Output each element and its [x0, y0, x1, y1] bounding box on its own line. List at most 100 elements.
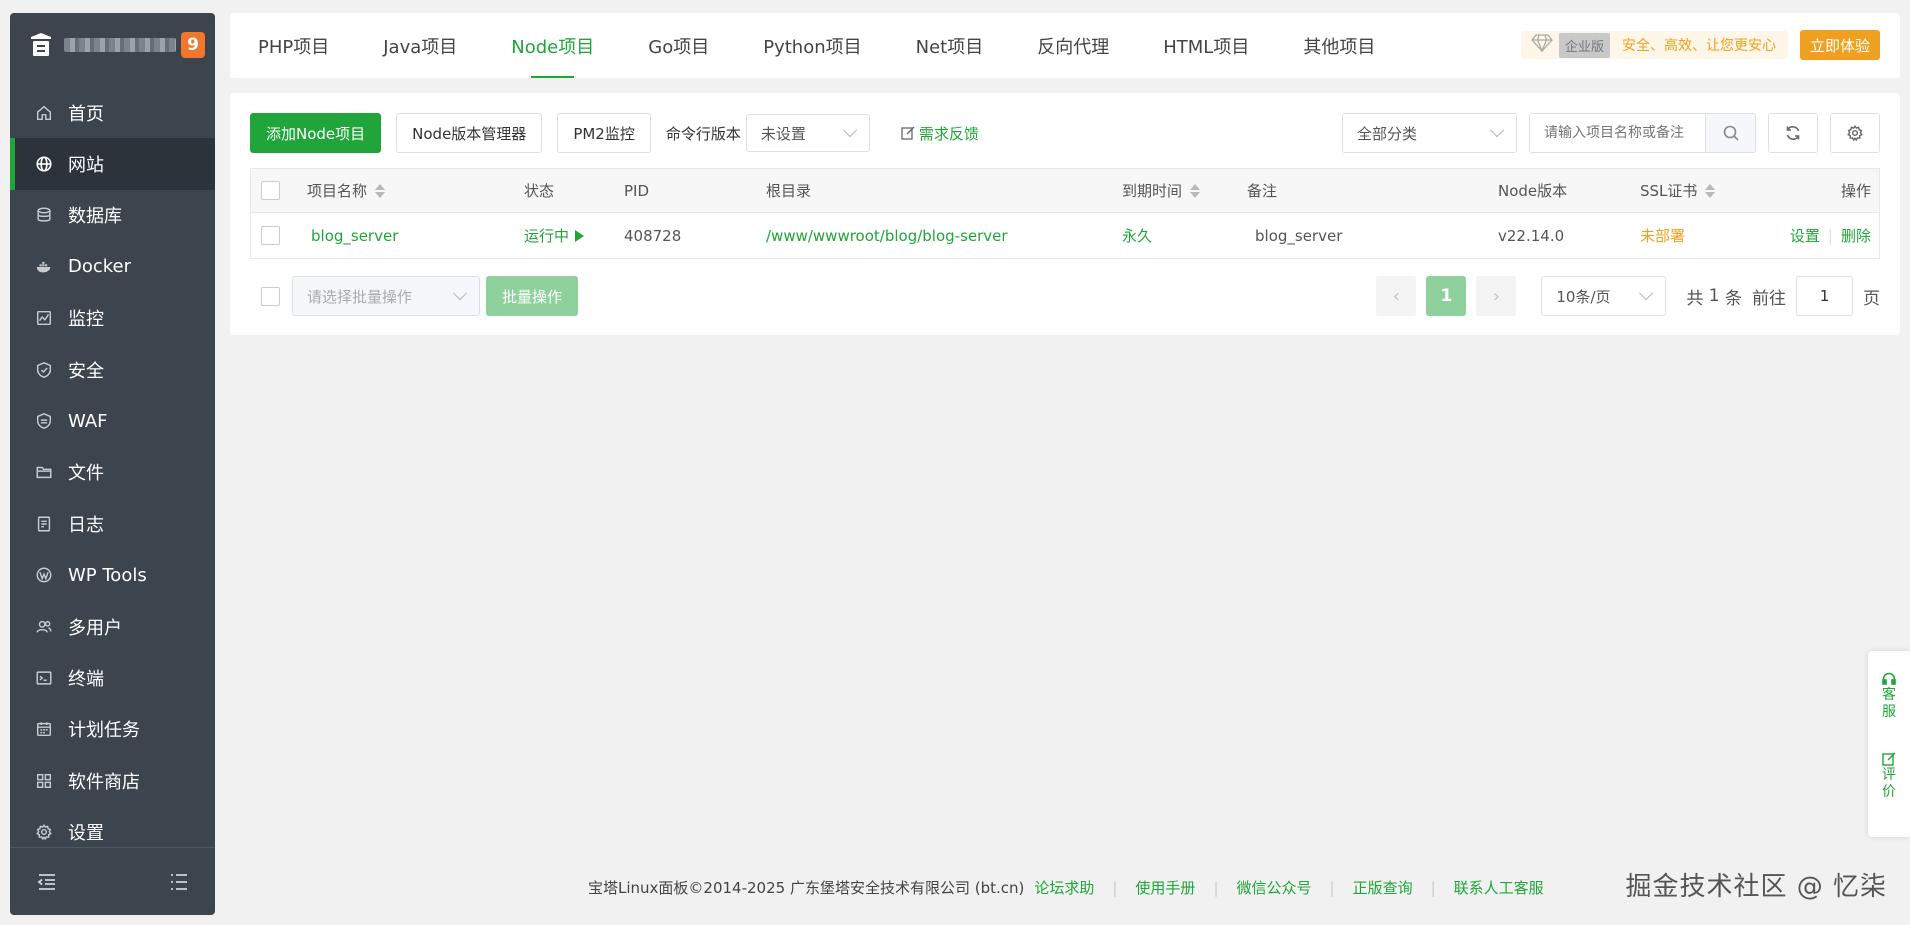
col-remark-label: 备注	[1247, 182, 1278, 200]
batch-action-button[interactable]: 批量操作	[486, 276, 579, 316]
page-size-select[interactable]: 10条/页	[1541, 276, 1667, 316]
log-icon	[33, 513, 55, 535]
cli-version-value: 未设置	[760, 124, 806, 143]
tab-other[interactable]: 其他项目	[1303, 13, 1402, 78]
col-status-label: 状态	[524, 182, 555, 200]
tab-php[interactable]: PHP项目	[258, 13, 356, 78]
shield-icon	[33, 359, 55, 381]
wordpress-icon	[33, 564, 55, 586]
footer-link-support[interactable]: 联系人工客服	[1454, 877, 1544, 898]
settings-action-link[interactable]: 设置	[1790, 225, 1820, 246]
col-ssl[interactable]: SSL证书	[1640, 180, 1760, 201]
sidebar-item-home[interactable]: 首页	[10, 87, 215, 138]
review-button[interactable]: 评价	[1881, 751, 1897, 801]
sidebar-item-database[interactable]: 数据库	[10, 190, 215, 241]
status-text: 运行中	[524, 227, 570, 245]
pagination: ‹ 1 › 10条/页 共 1 条 前往 页	[1376, 276, 1880, 316]
cell-actions: 设置 | 删除	[1760, 225, 1879, 246]
apps-icon	[33, 770, 55, 792]
globe-icon	[33, 153, 55, 175]
tab-go[interactable]: Go项目	[648, 13, 736, 78]
col-node-version-label: Node版本	[1498, 182, 1568, 200]
cell-ssl: 未部署	[1640, 225, 1760, 246]
search-input[interactable]	[1530, 114, 1705, 152]
tab-python[interactable]: Python项目	[763, 13, 888, 78]
cell-pid: 408728	[624, 227, 766, 245]
calendar-icon	[33, 718, 55, 740]
root-path-link[interactable]: /www/wwwroot/blog/blog-server	[766, 227, 1008, 245]
prev-page-button[interactable]: ‹	[1376, 276, 1417, 316]
chevron-right-icon: ›	[1492, 285, 1500, 307]
select-all-checkbox[interactable]	[261, 181, 280, 200]
node-version-manager-button[interactable]: Node版本管理器	[396, 113, 543, 153]
cell-remark[interactable]: blog_server	[1247, 227, 1498, 245]
menu-list-icon[interactable]	[169, 873, 189, 891]
footer-link-forum[interactable]: 论坛求助	[1034, 877, 1094, 898]
sidebar-item-wp-tools[interactable]: WP Tools	[10, 550, 215, 601]
add-node-project-button[interactable]: 添加Node项目	[250, 113, 382, 153]
customer-service-button[interactable]: 客服	[1881, 671, 1897, 721]
gear-icon	[33, 821, 55, 843]
footer-link-license-check[interactable]: 正版查询	[1353, 877, 1413, 898]
col-expire-label: 到期时间	[1122, 182, 1183, 200]
cell-name: blog_server	[307, 227, 524, 245]
col-expire[interactable]: 到期时间	[1122, 180, 1247, 201]
sidebar-item-monitor[interactable]: 监控	[10, 293, 215, 344]
sidebar-item-waf[interactable]: WAF	[10, 395, 215, 446]
delete-action-link[interactable]: 删除	[1841, 225, 1871, 246]
batch-action-select[interactable]: 请选择批量操作	[292, 276, 480, 316]
table-settings-button[interactable]	[1830, 113, 1880, 153]
tab-java[interactable]: Java项目	[383, 13, 484, 78]
refresh-icon	[1786, 126, 1800, 140]
footer-link-manual[interactable]: 使用手册	[1135, 877, 1195, 898]
batch-select-placeholder: 请选择批量操作	[307, 287, 413, 306]
edit-icon	[1882, 752, 1896, 766]
col-actions-label: 操作	[1840, 182, 1871, 200]
sidebar-item-security[interactable]: 安全	[10, 344, 215, 395]
cli-version-select[interactable]: 未设置	[745, 114, 870, 152]
diamond-icon	[1531, 34, 1553, 56]
tab-node[interactable]: Node项目	[511, 13, 621, 78]
sidebar-item-logs[interactable]: 日志	[10, 498, 215, 549]
sidebar-item-docker[interactable]: Docker	[10, 241, 215, 292]
col-name[interactable]: 项目名称	[307, 180, 524, 201]
try-now-button[interactable]: 立即体验	[1799, 30, 1880, 60]
expire-value[interactable]: 永久	[1122, 225, 1152, 246]
tab-net[interactable]: Net项目	[916, 13, 1011, 78]
sidebar-item-label: 监控	[68, 309, 104, 331]
batch-select-all-checkbox[interactable]	[261, 286, 280, 306]
page-number-button[interactable]: 1	[1426, 276, 1467, 316]
pm2-monitor-button[interactable]: PM2监控	[557, 113, 651, 153]
category-select[interactable]: 全部分类	[1342, 113, 1517, 153]
ssl-status-link[interactable]: 未部署	[1640, 225, 1685, 246]
cell-status[interactable]: 运行中	[524, 225, 624, 246]
refresh-button[interactable]	[1768, 113, 1818, 153]
next-page-button[interactable]: ›	[1476, 276, 1517, 316]
search-icon	[1723, 125, 1739, 141]
footer-link-wechat[interactable]: 微信公众号	[1237, 877, 1312, 898]
sidebar-item-cron[interactable]: 计划任务	[10, 704, 215, 755]
search-button[interactable]	[1705, 114, 1755, 152]
sidebar-item-app-store[interactable]: 软件商店	[10, 755, 215, 806]
sidebar-item-label: 文件	[68, 463, 104, 485]
feedback-link[interactable]: 需求反馈	[900, 123, 979, 144]
row-checkbox[interactable]	[261, 226, 280, 245]
collapse-sidebar-icon[interactable]	[37, 873, 57, 891]
notification-badge[interactable]: 9	[181, 32, 205, 58]
sidebar-item-label: WAF	[68, 410, 108, 432]
sidebar-item-files[interactable]: 文件	[10, 447, 215, 498]
goto-page-input[interactable]	[1796, 276, 1853, 316]
node-projects-panel: 添加Node项目 Node版本管理器 PM2监控 命令行版本 未设置 需求反馈 …	[230, 93, 1900, 335]
tab-html[interactable]: HTML项目	[1163, 13, 1276, 78]
tab-reverse-proxy[interactable]: 反向代理	[1037, 13, 1136, 78]
toolbar-right: 全部分类	[1342, 113, 1880, 153]
project-type-tabs: PHP项目 Java项目 Node项目 Go项目 Python项目 Net项目 …	[230, 13, 1900, 78]
sidebar-item-multi-user[interactable]: 多用户	[10, 601, 215, 652]
sidebar-item-terminal[interactable]: 终端	[10, 652, 215, 703]
sort-icon	[1190, 183, 1201, 198]
col-status: 状态	[524, 180, 624, 201]
cell-root: /www/wwwroot/blog/blog-server	[766, 227, 1122, 245]
category-value: 全部分类	[1357, 124, 1418, 143]
project-name-link[interactable]: blog_server	[311, 227, 398, 245]
sidebar-item-website[interactable]: 网站	[10, 138, 215, 191]
